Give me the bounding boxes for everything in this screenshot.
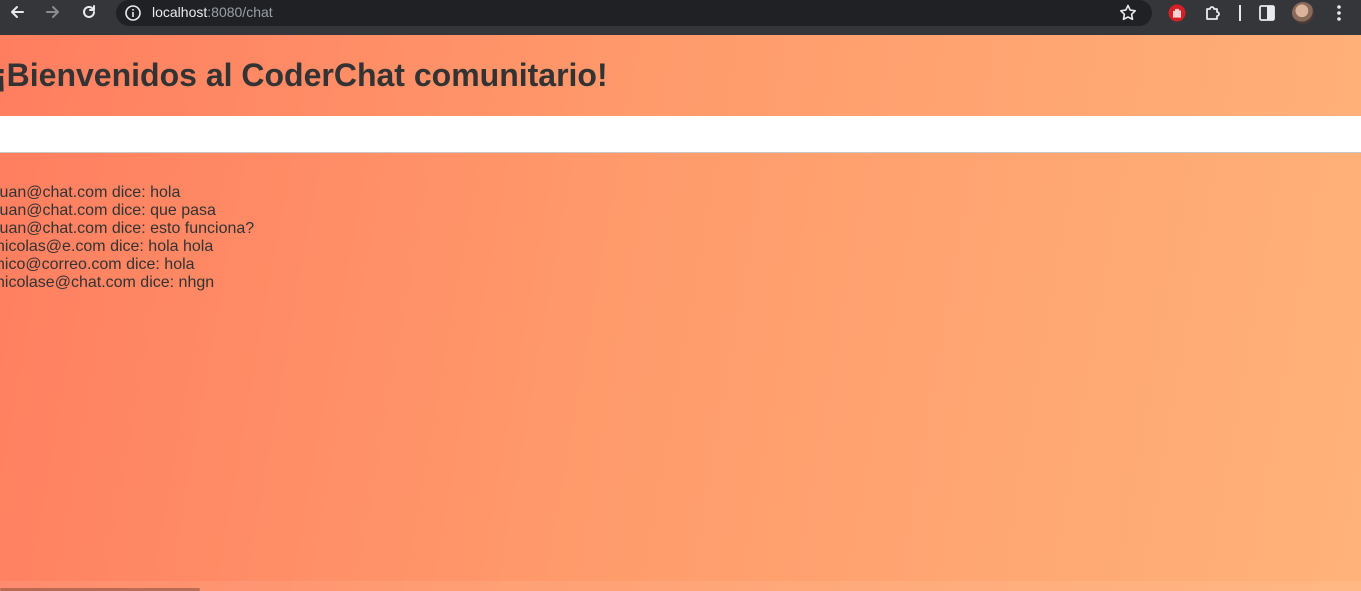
bookmark-star-icon[interactable] [1118,3,1138,23]
chat-message: juan@chat.com dice: esto funciona? [0,220,255,237]
chat-message-input[interactable] [0,116,1361,153]
side-panel-icon[interactable] [1256,2,1278,24]
chat-message: nicolase@chat.com dice: nhgn [0,274,215,291]
reload-icon[interactable] [78,1,100,23]
page-title: ¡Bienvenidos al CoderChat comunitario! [0,57,608,93]
back-arrow-icon[interactable] [6,1,28,23]
forward-arrow-icon[interactable] [42,1,64,23]
url-path: :8080/chat [207,4,273,20]
message-list: juan@chat.com dice: hola juan@chat.com d… [0,184,254,292]
adblock-extension-icon[interactable] [1166,2,1188,24]
chat-message: nicolas@e.com dice: hola hola [0,238,214,255]
info-icon[interactable] [124,4,142,22]
chat-page: ¡Bienvenidos al CoderChat comunitario! j… [0,35,1361,591]
browser-toolbar: localhost:8080/chat [0,0,1361,35]
chat-message: juan@chat.com dice: que pasa [0,202,216,219]
url-text[interactable]: localhost:8080/chat [152,4,273,21]
url-host: localhost [152,4,208,20]
toolbar-divider [1239,5,1241,21]
address-bar[interactable]: localhost:8080/chat [116,0,1152,26]
horizontal-scrollbar[interactable] [0,581,1361,591]
profile-avatar[interactable] [1292,2,1314,24]
more-menu-icon[interactable] [1328,2,1350,24]
chat-message: nico@correo.com dice: hola [0,256,195,273]
chat-message: juan@chat.com dice: hola [0,184,181,201]
extensions-puzzle-icon[interactable] [1202,2,1224,24]
